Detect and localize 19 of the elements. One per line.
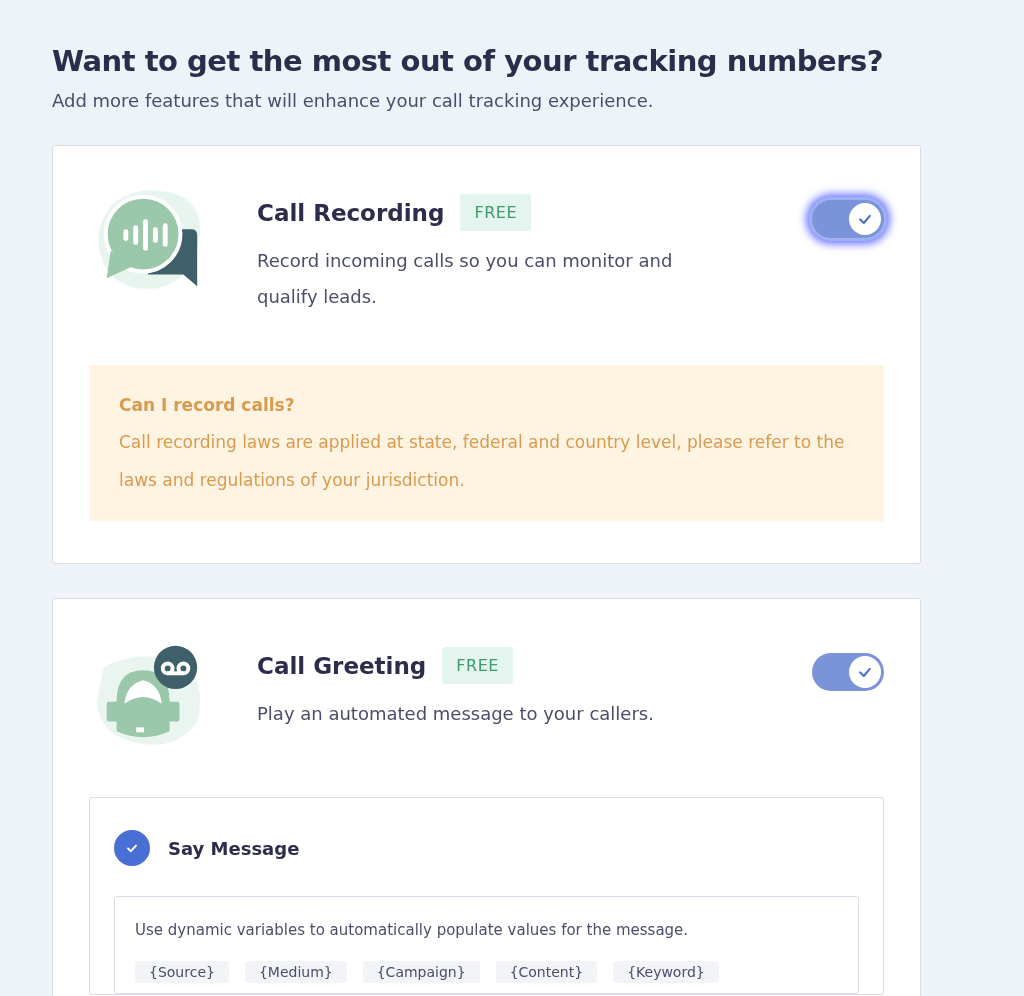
notice-title: Can I record calls? [119, 394, 296, 417]
feature-title: Call Recording [257, 199, 445, 226]
variable-chip[interactable]: {Source} [135, 961, 229, 984]
feature-description: Play an automated message to your callers. [257, 702, 655, 727]
notice-text: Call recording laws are applied at state, federal and country level, please refer to the laws and regulations of your jurisdiction. [119, 431, 846, 492]
variable-chip[interactable]: {Campaign} [362, 961, 480, 984]
variable-chip[interactable]: {Keyword} [613, 961, 719, 984]
variable-chip[interactable]: {Medium} [244, 961, 347, 984]
option-radio[interactable] [114, 830, 150, 867]
option-label: Say Message [168, 837, 300, 859]
feature-description: Record incoming calls so you can monitor and qualify leads. [257, 249, 674, 309]
page-subheading: Add more features that will enhance your call tracking experience. [52, 90, 655, 111]
variables-hint: Use dynamic variables to automatically populate values for the message. [135, 921, 690, 940]
page-heading: Want to get the most out of your tracking numbers? [52, 44, 885, 78]
variable-chip[interactable]: {Content} [495, 961, 598, 984]
feature-title: Call Greeting [257, 652, 427, 679]
feature-toggle[interactable] [812, 653, 884, 692]
free-badge: FREE [442, 647, 513, 685]
free-badge: FREE [460, 194, 531, 231]
